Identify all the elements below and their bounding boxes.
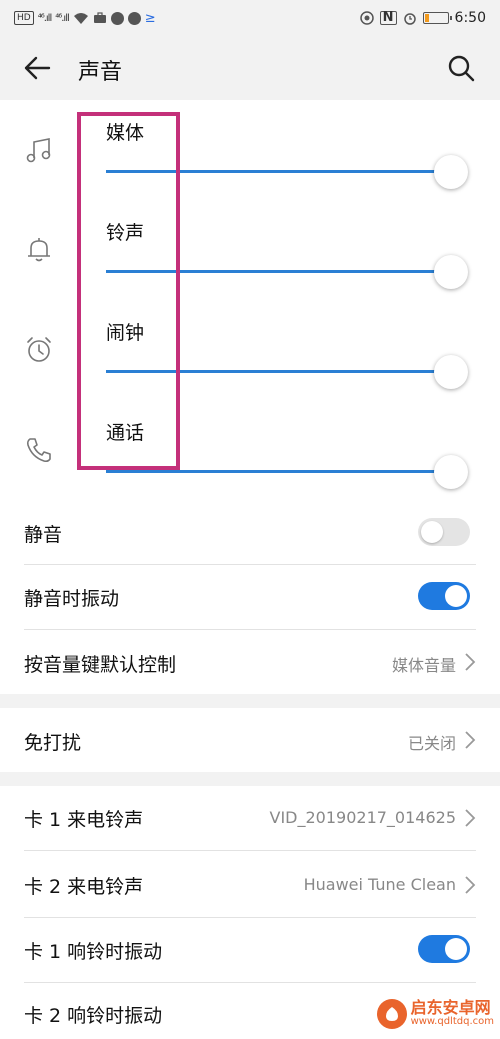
watermark-logo-icon [376,999,407,1029]
nfc-icon: N [379,11,397,25]
sim2-ringtone-label: 卡 2 来电铃声 [24,876,144,898]
chevron-right-icon [465,809,476,827]
annotation-highlight-box [77,112,180,470]
status-right: N 6:50 [359,10,486,26]
chevron-right-icon [465,653,476,671]
volume-thumb-ringtone[interactable] [434,255,468,289]
volume-thumb-media[interactable] [434,155,468,189]
volume-row-ringtone: 铃声 [0,200,500,300]
notification-arrow-icon: ≥ [144,10,156,26]
battery-fill [424,14,429,22]
toggle-knob [445,585,467,607]
briefcase-icon [93,12,106,23]
vibrate-on-mute-label: 静音时振动 [24,588,120,610]
sim2-ringtone-value: Huawei Tune Clean [303,875,456,894]
battery-icon [422,12,452,24]
status-left: HD ⁴⁶.ıll ⁴⁶.ıll ≥ [14,11,156,26]
music-note-icon [26,138,51,163]
sim1-ringtone-value: VID_20190217_014625 [269,808,457,827]
sim1-ringtone-row[interactable]: 卡 1 来电铃声 VID_20190217_014625 [0,786,500,850]
alarm-status-icon [403,13,416,25]
signal-icon-2: ⁴⁶.ıll [55,12,69,24]
app-notification-icon [110,11,124,25]
watermark-url: www.qdltdq.com [410,1016,494,1028]
vibrate-on-mute-toggle[interactable] [418,582,470,610]
back-arrow-icon[interactable] [22,53,52,83]
wifi-icon [73,12,88,24]
volume-thumb-call[interactable] [434,455,468,489]
volume-key-label: 按音量键默认控制 [24,654,177,676]
dnd-row[interactable]: 免打扰 已关闭 [0,708,500,772]
sim2-ringtone-row[interactable]: 卡 2 来电铃声 Huawei Tune Clean [0,851,500,917]
signal-icon: ⁴⁶.ıll [37,12,52,24]
title-bar: 声音 [0,36,500,100]
vibrate-on-mute-row[interactable]: 静音时振动 [0,565,500,629]
mute-toggle[interactable] [418,518,470,546]
volume-key-row[interactable]: 按音量键默认控制 媒体音量 [0,630,500,694]
sim1-vibrate-label: 卡 1 响铃时振动 [24,941,163,963]
sim2-vibrate-label: 卡 2 响铃时振动 [24,1005,163,1027]
hd-badge: HD [14,11,34,25]
chevron-right-icon [465,876,476,894]
phone-icon [26,438,51,463]
volume-section: 媒体 铃声 闹钟 通话 [0,100,500,500]
section-gap [0,772,500,786]
sim1-vibrate-toggle[interactable] [418,935,470,963]
status-bar: HD ⁴⁶.ıll ⁴⁶.ıll ≥ N 6:50 [0,0,500,36]
section-gap [0,694,500,708]
page-title: 声音 [78,60,123,85]
volume-key-value: 媒体音量 [391,656,456,675]
clock: 6:50 [454,10,486,26]
watermark-text: 启东安卓网 www.qdltdq.com [411,1000,494,1027]
hd-call-icon [359,11,374,25]
bell-icon [28,238,50,262]
volume-row-call: 通话 [0,400,500,500]
app-notification-icon-2 [127,11,141,25]
dnd-value: 已关闭 [407,734,456,753]
volume-slider-call[interactable] [106,470,451,473]
watermark: 启东安卓网 www.qdltdq.com [376,999,494,1029]
mute-label: 静音 [24,524,63,546]
sim1-ringtone-label: 卡 1 来电铃声 [24,809,144,831]
toggle-knob [445,938,467,960]
dnd-label: 免打扰 [24,732,82,754]
toggle-knob [421,521,443,543]
volume-thumb-alarm[interactable] [434,355,468,389]
alarm-clock-icon [27,337,51,362]
sim1-vibrate-row[interactable]: 卡 1 响铃时振动 [0,918,500,982]
volume-row-media: 媒体 [0,100,500,200]
search-icon[interactable] [446,53,476,83]
chevron-right-icon [465,731,476,749]
watermark-name: 启东安卓网 [410,998,491,1018]
volume-row-alarm: 闹钟 [0,300,500,400]
mute-row[interactable]: 静音 [0,500,500,564]
